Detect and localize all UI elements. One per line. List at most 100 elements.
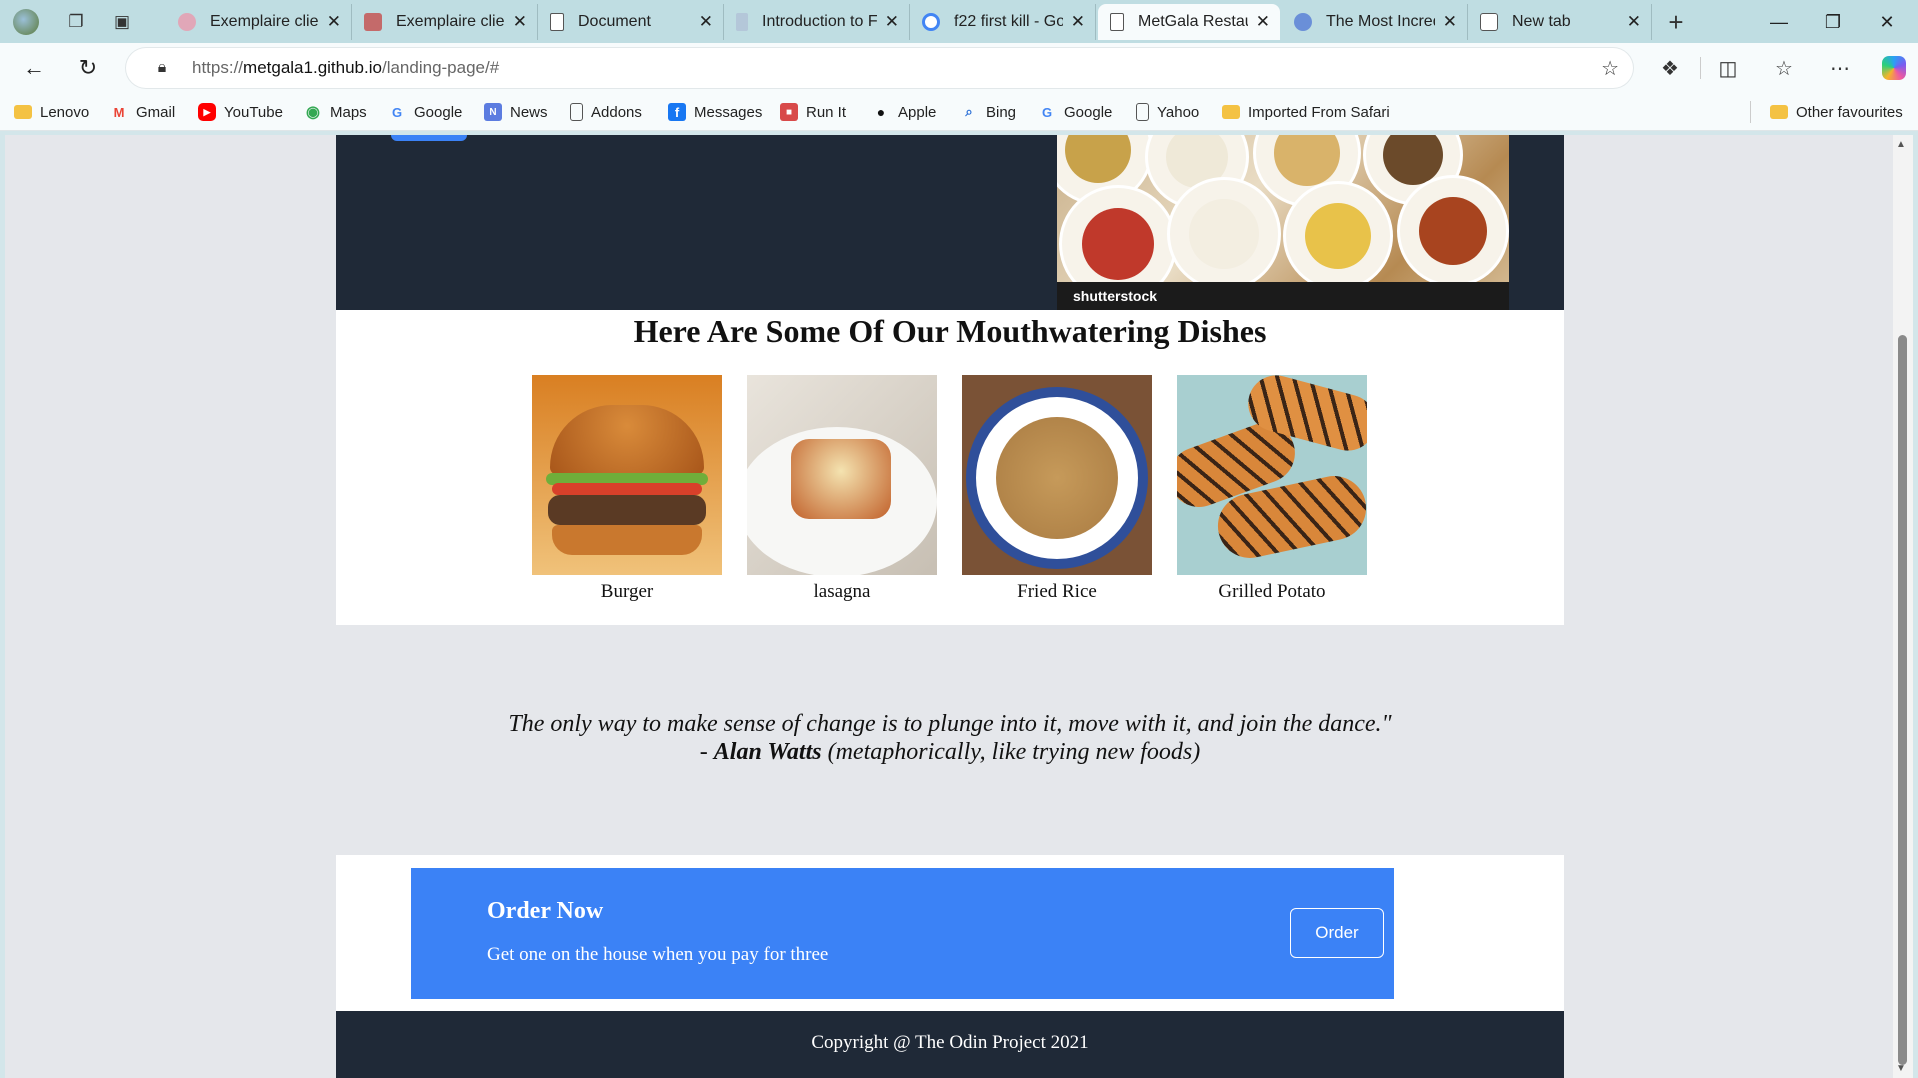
- apple-icon: ●: [876, 104, 886, 120]
- bookmark-news[interactable]: N News: [484, 100, 548, 124]
- split-screen-icon: ◫: [1718, 57, 1738, 80]
- page-icon: [1136, 103, 1149, 121]
- google-icon: [922, 13, 940, 31]
- more-dots-icon: ⋯: [1830, 57, 1850, 80]
- tab-title: Introduction to F: [762, 13, 877, 30]
- profile-avatar[interactable]: [8, 6, 44, 38]
- refresh-button[interactable]: ↻: [70, 51, 106, 85]
- close-tab-icon[interactable]: ✕: [327, 12, 341, 32]
- tab-favicon-icon: [178, 13, 196, 31]
- close-tab-icon[interactable]: ✕: [699, 12, 713, 32]
- page-icon: [1110, 13, 1124, 31]
- tab-document[interactable]: Document ✕: [538, 4, 724, 40]
- bookmark-youtube[interactable]: ▶ YouTube: [198, 100, 283, 124]
- dish-name: Burger: [600, 581, 654, 602]
- page-icon: [570, 103, 583, 121]
- new-tab-button[interactable]: +: [1658, 6, 1694, 38]
- minimize-icon: —: [1770, 11, 1788, 32]
- bookmark-label: Bing: [986, 103, 1017, 121]
- bookmark-apple[interactable]: ● Apple: [872, 100, 937, 124]
- scroll-up-arrow-icon[interactable]: ▲: [1896, 139, 1906, 150]
- tab-most-incredible[interactable]: The Most Incred ✕: [1282, 4, 1468, 40]
- bookmark-label: Addons: [591, 103, 642, 121]
- settings-more-button[interactable]: ⋯: [1822, 52, 1858, 84]
- gmail-icon: M: [113, 104, 125, 120]
- dish-name: Fried Rice: [1017, 581, 1097, 602]
- tab-new-tab[interactable]: New tab ✕: [1468, 4, 1652, 40]
- bookmark-google-2[interactable]: G Google: [1038, 100, 1112, 124]
- dish-card: Fried Rice: [962, 375, 1152, 603]
- quote-note: (metaphorically, like trying new foods): [821, 739, 1201, 765]
- news-icon: N: [484, 103, 502, 121]
- split-screen-button[interactable]: ◫: [1710, 52, 1746, 84]
- scrollbar-thumb[interactable]: [1898, 335, 1907, 1065]
- dish-card: Grilled Potato: [1177, 375, 1367, 603]
- tab-bar: ❐ ▣ Exemplaire client ✕ Exemplaire clien…: [0, 0, 1918, 43]
- close-tab-icon[interactable]: ✕: [1071, 12, 1085, 32]
- facebook-icon: f: [668, 103, 686, 121]
- new-tab-page-icon: [1480, 13, 1498, 31]
- workspaces-button[interactable]: ❐: [58, 6, 94, 38]
- bookmark-maps[interactable]: ◉ Maps: [304, 100, 367, 124]
- puzzle-icon: ❖: [1661, 57, 1679, 80]
- bookmark-yahoo[interactable]: Yahoo: [1136, 100, 1199, 124]
- tab-exemplaire-1[interactable]: Exemplaire client ✕: [166, 4, 352, 40]
- hero-food-image: shutterstock: [1057, 135, 1509, 310]
- bookmark-google-1[interactable]: G Google: [388, 100, 462, 124]
- image-watermark-bar: shutterstock: [1057, 282, 1509, 310]
- close-tab-icon[interactable]: ✕: [1627, 12, 1641, 32]
- tab-f22[interactable]: f22 first kill - Go ✕: [910, 4, 1096, 40]
- order-button[interactable]: Order: [1290, 908, 1384, 958]
- dish-photo-grilled-potato: [1177, 375, 1367, 575]
- vertical-scrollbar[interactable]: ▲ ▼: [1893, 135, 1913, 1078]
- scroll-down-arrow-icon[interactable]: ▼: [1896, 1063, 1906, 1074]
- restore-icon: ❐: [1824, 11, 1842, 32]
- back-arrow-icon: ←: [23, 55, 45, 80]
- favorite-star-icon[interactable]: ☆: [1601, 56, 1619, 81]
- bookmark-label: Other favourites: [1796, 103, 1903, 121]
- quote-text: The only way to make sense of change is …: [506, 710, 1394, 766]
- dishes-heading: Here Are Some Of Our Mouthwatering Dishe…: [633, 313, 1267, 349]
- bookmark-imported-safari[interactable]: Imported From Safari: [1222, 100, 1390, 124]
- burger-patty: [548, 495, 706, 525]
- close-tab-icon[interactable]: ✕: [1256, 12, 1270, 32]
- bookmark-messages[interactable]: f Messages: [668, 100, 762, 124]
- copilot-button[interactable]: [1876, 52, 1912, 84]
- tab-introduction[interactable]: Introduction to F ✕: [724, 4, 910, 40]
- bookmark-addons[interactable]: Addons: [570, 100, 642, 124]
- close-tab-icon[interactable]: ✕: [513, 12, 527, 32]
- url-host: metgala1.github.io: [243, 58, 382, 77]
- back-button[interactable]: ←: [16, 51, 52, 85]
- bookmark-label: Maps: [330, 103, 367, 121]
- maps-pin-icon: ◉: [306, 104, 320, 121]
- bookmark-gmail[interactable]: M Gmail: [110, 100, 176, 124]
- dish-photo-burger: [532, 375, 722, 575]
- minimize-button[interactable]: —: [1754, 6, 1804, 38]
- bookmark-label: YouTube: [224, 103, 283, 121]
- tab-metgala[interactable]: MetGala Restaur ✕: [1098, 4, 1280, 40]
- close-tab-icon[interactable]: ✕: [885, 12, 899, 32]
- close-window-button[interactable]: ✕: [1862, 6, 1912, 38]
- tab-exemplaire-2[interactable]: Exemplaire client ✕: [352, 4, 538, 40]
- restore-button[interactable]: ❐: [1808, 6, 1858, 38]
- bookmark-label: Run It: [806, 103, 847, 121]
- close-tab-icon[interactable]: ✕: [1443, 12, 1457, 32]
- tab-title: Exemplaire client: [396, 13, 505, 30]
- bookmarks-bar: Lenovo M Gmail ▶ YouTube ◉ Maps G Google N Ne…: [0, 93, 1918, 131]
- hero-signup-button[interactable]: [391, 135, 467, 141]
- landing-page: shutterstock Here Are Some Of Our Mouthw…: [336, 135, 1564, 1078]
- other-favourites[interactable]: Other favourites: [1770, 100, 1903, 124]
- workspaces-icon: ❐: [68, 12, 84, 31]
- favorites-button[interactable]: ☆: [1766, 52, 1802, 84]
- bookmark-bing[interactable]: ⌕ Bing: [960, 100, 1016, 124]
- address-bar[interactable]: 🔒︎ https://metgala1.github.io/landing-pa…: [126, 48, 1633, 88]
- bookmark-run-it[interactable]: ■ Run It: [780, 100, 846, 124]
- bookmark-lenovo[interactable]: Lenovo: [14, 100, 89, 124]
- burger-bun-top: [550, 405, 704, 475]
- extensions-button[interactable]: ❖: [1652, 52, 1688, 84]
- vertical-tabs-button[interactable]: ▣: [104, 6, 140, 38]
- tab-favicon-icon: [1294, 13, 1312, 31]
- plate: [1167, 177, 1281, 291]
- bookmark-label: Lenovo: [40, 103, 90, 121]
- dish-card: Burger: [532, 375, 722, 603]
